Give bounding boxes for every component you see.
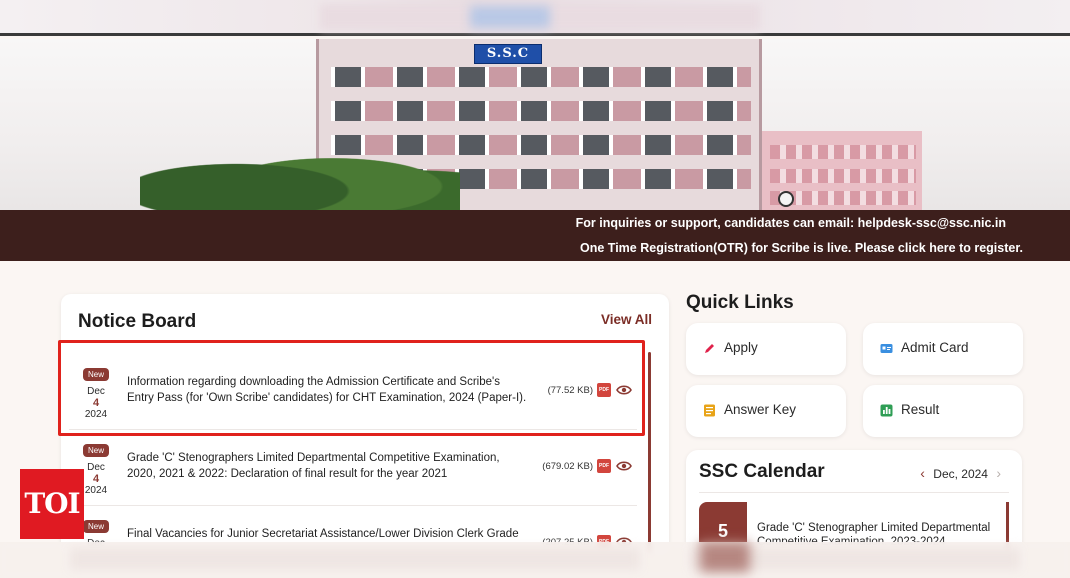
notice-year: 2024 bbox=[84, 485, 108, 496]
blurred-content bbox=[70, 548, 640, 570]
notice-year: 2024 bbox=[84, 409, 108, 420]
notice-month: Dec bbox=[87, 386, 105, 397]
notice-item[interactable]: New Dec 4 2024 Grade 'C' Stenographers L… bbox=[69, 430, 637, 506]
answer-key-button[interactable]: Answer Key bbox=[686, 385, 846, 437]
notice-text[interactable]: Information regarding downloading the Ad… bbox=[127, 374, 527, 406]
apply-label: Apply bbox=[724, 340, 758, 355]
view-all-link[interactable]: View All bbox=[601, 312, 652, 327]
support-email-text: For inquiries or support, candidates can… bbox=[575, 216, 1006, 230]
answer-key-label: Answer Key bbox=[724, 402, 797, 417]
new-badge: New bbox=[82, 368, 109, 381]
calendar-divider bbox=[699, 492, 1009, 493]
bar-chart-icon bbox=[880, 404, 893, 417]
notice-date: New Dec 4 2024 bbox=[79, 364, 113, 420]
new-badge: New bbox=[82, 520, 109, 533]
notice-day: 4 bbox=[92, 473, 100, 485]
building-sign: S.S.C bbox=[474, 44, 542, 64]
notice-date: New Dec 4 2024 bbox=[79, 440, 113, 496]
calendar-nav: ‹ Dec, 2024 › bbox=[915, 465, 1006, 481]
file-size: (679.02 KB) bbox=[542, 461, 593, 472]
street-lamp bbox=[778, 191, 794, 207]
notice-text[interactable]: Grade 'C' Stenographers Limited Departme… bbox=[127, 450, 527, 482]
notice-day: 4 bbox=[92, 397, 100, 409]
notice-item[interactable]: New Dec 4 2024 Information regarding dow… bbox=[69, 354, 637, 430]
calendar-title: SSC Calendar bbox=[699, 461, 825, 482]
trees bbox=[140, 137, 460, 210]
quick-links-title: Quick Links bbox=[686, 292, 794, 313]
notice-month: Dec bbox=[87, 462, 105, 473]
new-badge: New bbox=[82, 444, 109, 457]
eye-icon[interactable] bbox=[616, 459, 632, 473]
otr-register-link[interactable]: One Time Registration(OTR) for Scribe is… bbox=[580, 241, 1023, 255]
notice-board-title: Notice Board bbox=[78, 311, 197, 332]
result-button[interactable]: Result bbox=[863, 385, 1023, 437]
admit-card-button[interactable]: Admit Card bbox=[863, 323, 1023, 375]
info-banner: For inquiries or support, candidates can… bbox=[0, 210, 1070, 261]
list-icon bbox=[704, 404, 715, 417]
apply-button[interactable]: Apply bbox=[686, 323, 846, 375]
window-row bbox=[331, 67, 751, 87]
result-label: Result bbox=[901, 402, 940, 417]
blurred-top-bar bbox=[0, 0, 1070, 36]
blurred-header-accent bbox=[470, 6, 550, 28]
id-card-icon bbox=[880, 344, 893, 353]
pdf-icon[interactable]: PDF bbox=[597, 383, 611, 397]
notice-text[interactable]: Final Vacancies for Junior Secretariat A… bbox=[127, 526, 527, 542]
eye-icon[interactable] bbox=[616, 383, 632, 397]
hero-building-image: S.S.C bbox=[0, 39, 1070, 210]
pencil-icon bbox=[705, 344, 714, 353]
blurred-bottom-area bbox=[0, 542, 1070, 578]
notice-scrollbar[interactable] bbox=[648, 352, 651, 552]
blurred-content bbox=[700, 542, 750, 572]
calendar-month: Dec, 2024 bbox=[933, 467, 988, 481]
window-row bbox=[331, 101, 751, 121]
side-window-row bbox=[770, 169, 916, 183]
toi-logo: TOI bbox=[20, 469, 84, 539]
notice-board: Notice Board View All New Dec 4 2024 Inf… bbox=[61, 294, 669, 554]
pdf-icon[interactable]: PDF bbox=[597, 459, 611, 473]
prev-month-icon[interactable]: ‹ bbox=[915, 465, 930, 481]
side-window-row bbox=[770, 145, 916, 159]
next-month-icon[interactable]: › bbox=[991, 465, 1006, 481]
file-size: (77.52 KB) bbox=[547, 385, 593, 396]
admit-card-label: Admit Card bbox=[901, 340, 969, 355]
